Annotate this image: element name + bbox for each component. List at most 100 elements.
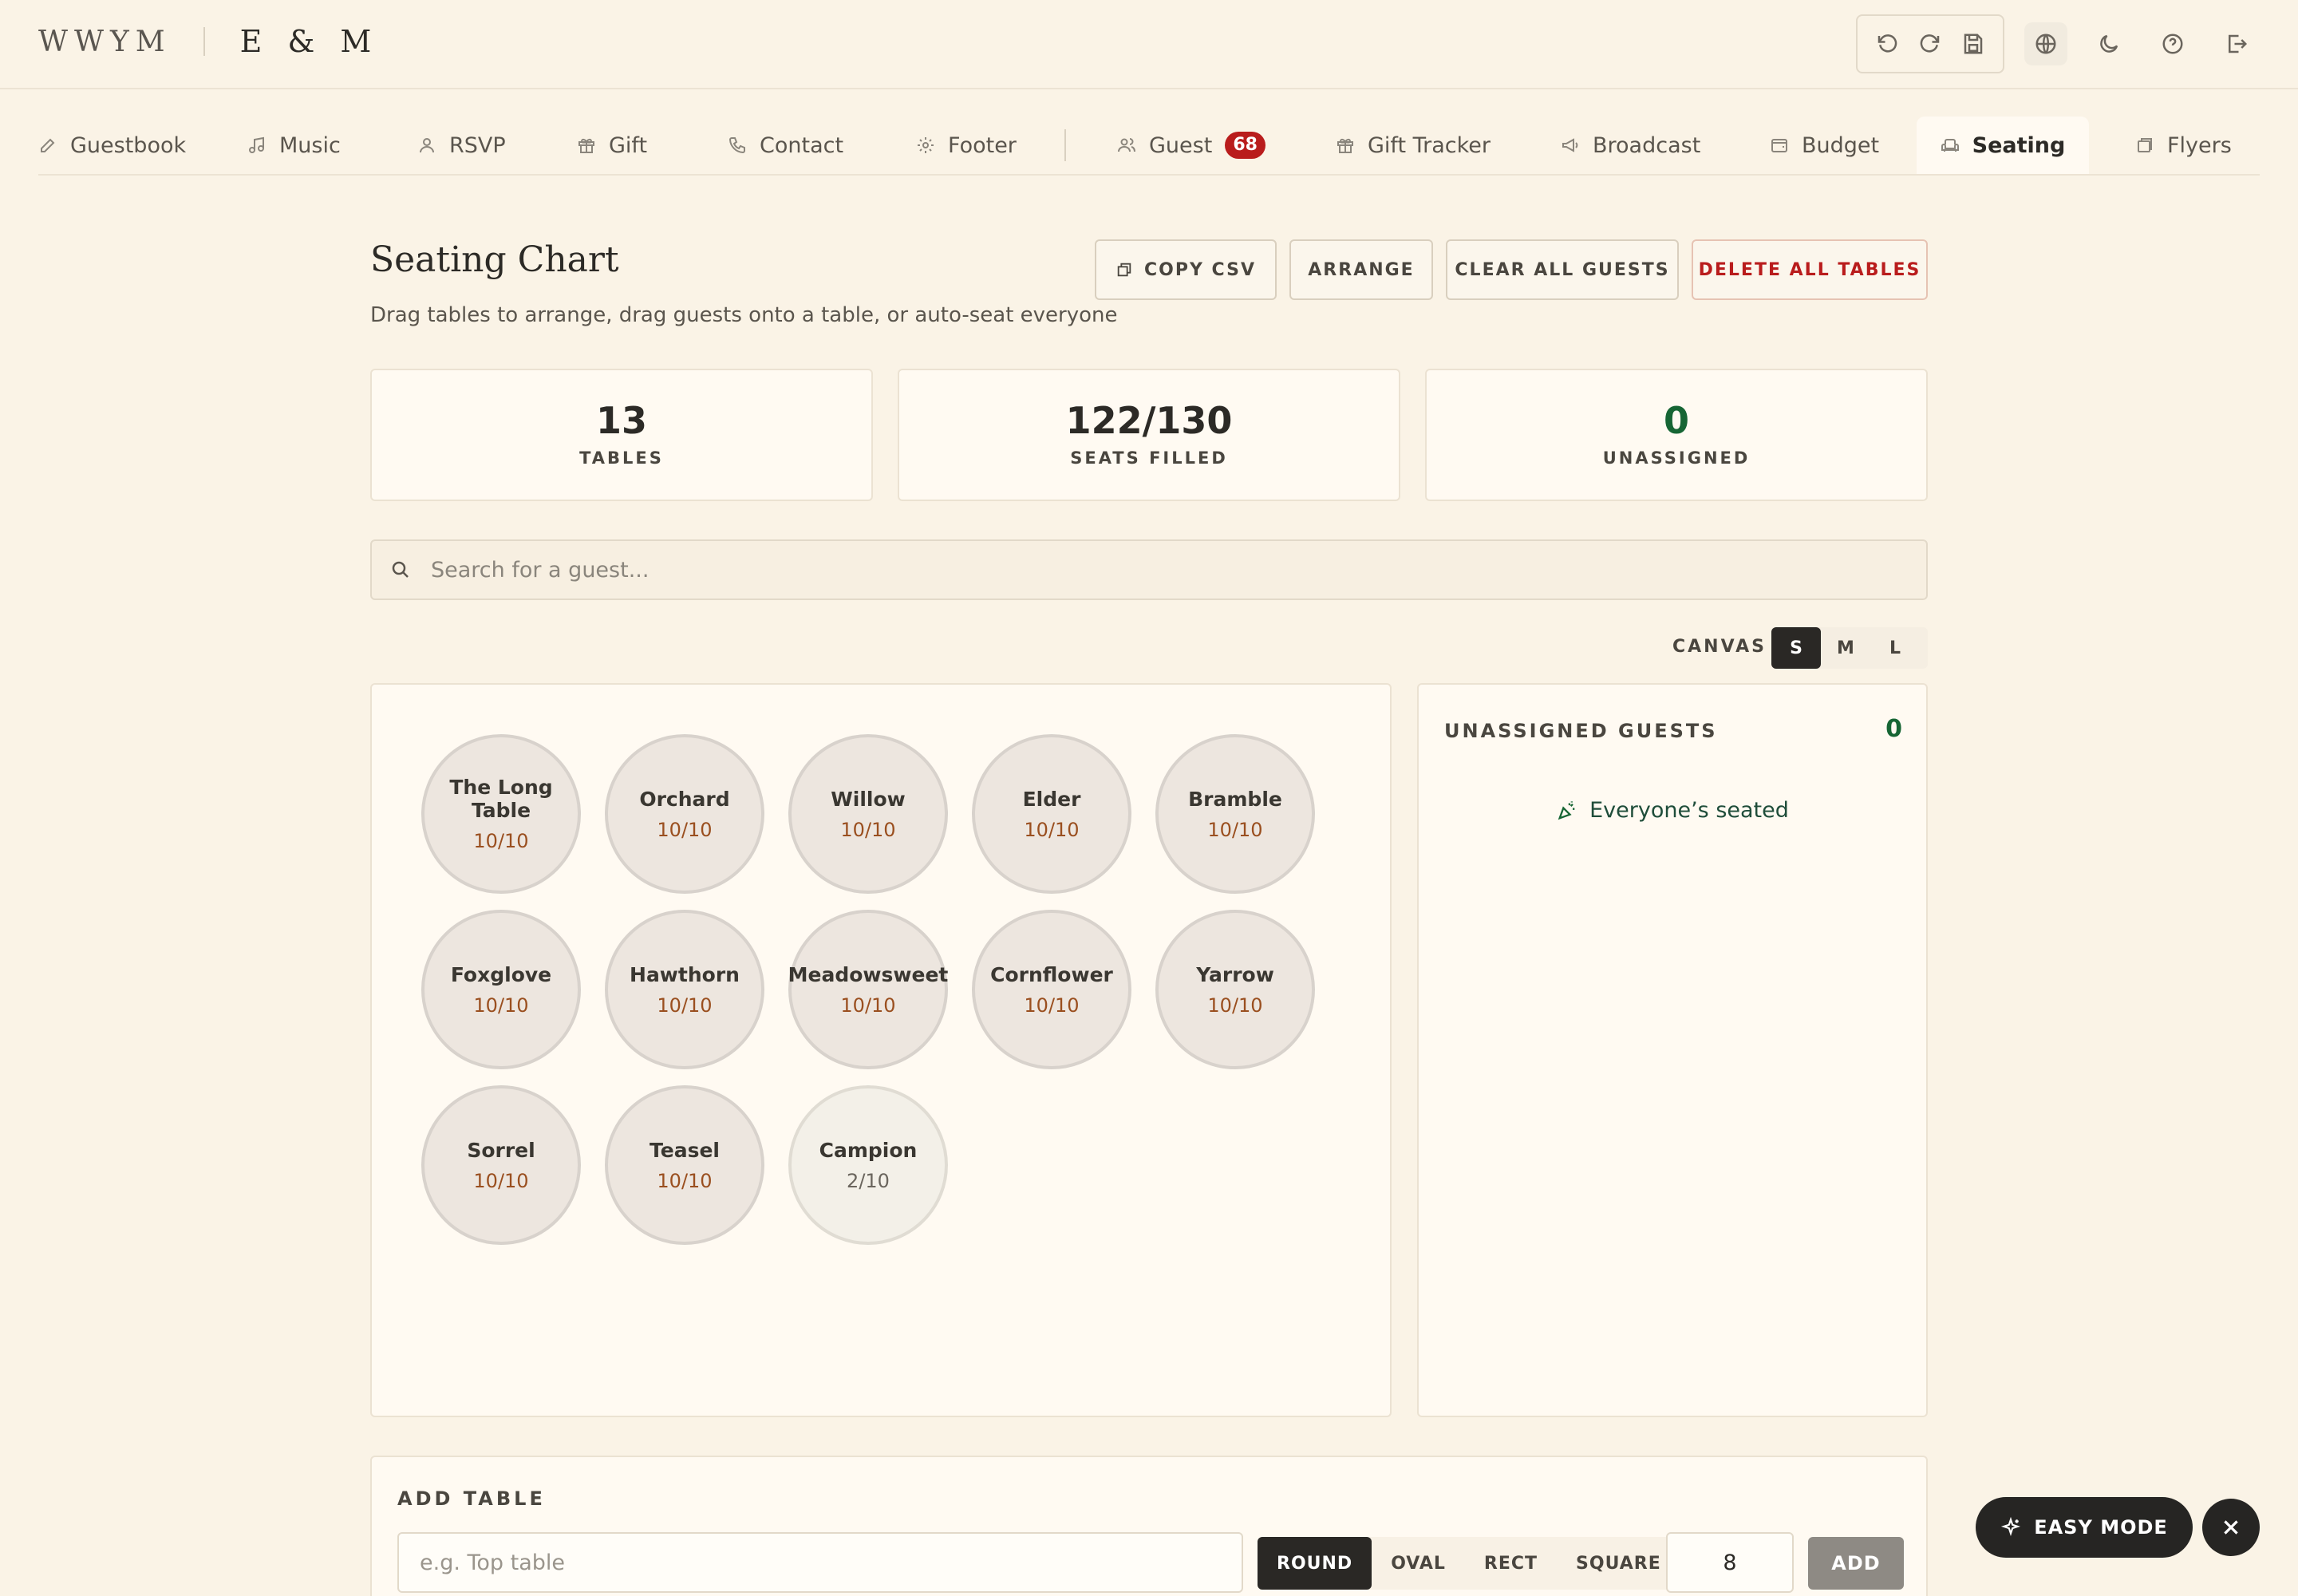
easy-mode-button[interactable]: EASY MODE <box>1976 1497 2193 1558</box>
seating-table[interactable]: Campion 2/10 <box>788 1085 948 1245</box>
tab-budget[interactable]: Budget <box>1770 117 1879 174</box>
seating-table[interactable]: Bramble 10/10 <box>1155 734 1315 894</box>
seating-floor-plan: The Long Table 10/10 Orchard 10/10 Willo… <box>370 683 1392 1417</box>
users-icon <box>1118 138 1135 152</box>
shape-round[interactable]: ROUND <box>1258 1537 1372 1590</box>
guest-count-badge: 68 <box>1225 132 1265 159</box>
stat-value: 13 <box>595 399 647 442</box>
tab-guestbook[interactable]: Guestbook <box>38 117 186 174</box>
close-easy-mode-button[interactable] <box>2202 1499 2260 1556</box>
add-table-button[interactable]: ADD <box>1808 1537 1904 1590</box>
search-icon <box>392 561 409 578</box>
save-icon[interactable] <box>1952 22 1995 65</box>
shape-rect[interactable]: RECT <box>1465 1537 1557 1590</box>
seating-table[interactable]: Sorrel 10/10 <box>421 1085 581 1245</box>
tab-guest[interactable]: Guest 68 <box>1117 117 1265 174</box>
phone-icon <box>728 137 745 154</box>
canvas-size-m[interactable]: M <box>1821 627 1870 669</box>
table-name: Sorrel <box>467 1138 535 1162</box>
flyers-icon <box>2138 138 2152 152</box>
tab-gift[interactable]: Gift <box>577 117 647 174</box>
gift-icon <box>578 138 594 153</box>
delete-all-tables-label: DELETE ALL TABLES <box>1698 259 1921 280</box>
table-name: Elder <box>1022 787 1081 811</box>
logout-icon[interactable] <box>2215 22 2258 65</box>
search-input[interactable] <box>431 557 1867 583</box>
tab-rsvp[interactable]: RSVP <box>417 117 506 174</box>
shape-oval[interactable]: OVAL <box>1372 1537 1465 1590</box>
armchair-icon <box>1941 139 1959 152</box>
canvas-size-selector: S M L <box>1771 627 1928 669</box>
copy-csv-button[interactable]: COPY CSV <box>1095 239 1277 300</box>
seat-count-input[interactable] <box>1666 1532 1794 1593</box>
easy-mode-label: EASY MODE <box>2034 1516 2168 1539</box>
help-icon[interactable] <box>2151 22 2194 65</box>
seating-table[interactable]: Teasel 10/10 <box>605 1085 764 1245</box>
tab-seating[interactable]: Seating <box>1917 117 2089 174</box>
seating-table[interactable]: Meadowsweet 10/10 <box>788 910 948 1069</box>
table-name: Cornflower <box>990 962 1113 986</box>
seating-table[interactable]: Orchard 10/10 <box>605 734 764 894</box>
table-seat-count: 10/10 <box>657 818 713 841</box>
wallet-icon <box>1771 139 1787 152</box>
redo-icon[interactable] <box>1909 22 1952 65</box>
table-seat-count: 10/10 <box>1207 994 1263 1017</box>
canvas-size-s[interactable]: S <box>1771 627 1821 669</box>
table-seat-count: 10/10 <box>657 1169 713 1192</box>
stat-label: UNASSIGNED <box>1602 448 1751 468</box>
unassigned-guests-panel: UNASSIGNED GUESTS 0 Everyone’s seated <box>1417 683 1928 1417</box>
table-seat-count: 10/10 <box>473 830 529 852</box>
seating-table[interactable]: The Long Table 10/10 <box>421 734 581 894</box>
brand: WWYM E & M <box>38 24 379 59</box>
tab-flyers[interactable]: Flyers <box>2135 117 2232 174</box>
table-name: Campion <box>819 1138 918 1162</box>
table-name: Meadowsweet <box>788 962 949 986</box>
tab-footer[interactable]: Footer <box>916 117 1017 174</box>
table-seat-count: 10/10 <box>473 1169 529 1192</box>
canvas-size-l[interactable]: L <box>1870 627 1920 669</box>
undo-icon[interactable] <box>1866 22 1909 65</box>
unassigned-title: UNASSIGNED GUESTS <box>1444 720 1718 742</box>
table-name: Hawthorn <box>630 962 740 986</box>
user-icon <box>420 138 434 153</box>
empty-message: Everyone’s seated <box>1589 798 1789 823</box>
stat-value: 0 <box>1663 399 1689 442</box>
clear-all-guests-button[interactable]: CLEAR ALL GUESTS <box>1446 239 1679 300</box>
shape-square[interactable]: SQUARE <box>1557 1537 1680 1590</box>
globe-icon[interactable] <box>2024 22 2067 65</box>
stat-label: SEATS FILLED <box>1070 448 1228 468</box>
seating-table[interactable]: Hawthorn 10/10 <box>605 910 764 1069</box>
table-shape-selector: ROUND OVAL RECT SQUARE <box>1258 1537 1680 1590</box>
tab-label: Flyers <box>2167 132 2232 158</box>
tab-label: Gift Tracker <box>1368 132 1491 158</box>
moon-icon[interactable] <box>2087 22 2130 65</box>
add-table-title: ADD TABLE <box>397 1487 546 1510</box>
arrange-label: ARRANGE <box>1308 259 1415 280</box>
canvas-size-label: CANVAS <box>1672 637 1767 657</box>
top-bar: WWYM E & M <box>0 0 2298 89</box>
seating-table[interactable]: Willow 10/10 <box>788 734 948 894</box>
stat-unassigned: 0 UNASSIGNED <box>1425 369 1928 501</box>
table-name-input[interactable] <box>397 1532 1243 1593</box>
tab-music[interactable]: Music <box>247 117 341 174</box>
tab-label: Guest <box>1149 132 1213 158</box>
arrange-button[interactable]: ARRANGE <box>1289 239 1433 300</box>
history-toolgroup <box>1856 14 2004 73</box>
table-name: The Long Table <box>449 776 553 822</box>
seating-table[interactable]: Elder 10/10 <box>972 734 1131 894</box>
seating-table[interactable]: Foxglove 10/10 <box>421 910 581 1069</box>
tab-broadcast[interactable]: Broadcast <box>1561 117 1700 174</box>
table-name: Foxglove <box>450 962 552 986</box>
tab-divider <box>1064 129 1066 161</box>
brand-logo[interactable]: WWYM <box>38 26 172 58</box>
party-popper-icon <box>1558 800 1575 820</box>
table-seat-count: 10/10 <box>1024 994 1080 1017</box>
delete-all-tables-button[interactable]: DELETE ALL TABLES <box>1692 239 1928 300</box>
seating-table[interactable]: Cornflower 10/10 <box>972 910 1131 1069</box>
table-name: Bramble <box>1188 787 1282 811</box>
page-title: Seating Chart <box>370 239 619 280</box>
tab-contact[interactable]: Contact <box>728 117 843 174</box>
tab-label: Footer <box>948 132 1017 158</box>
seating-table[interactable]: Yarrow 10/10 <box>1155 910 1315 1069</box>
tab-gift-tracker[interactable]: Gift Tracker <box>1336 117 1491 174</box>
